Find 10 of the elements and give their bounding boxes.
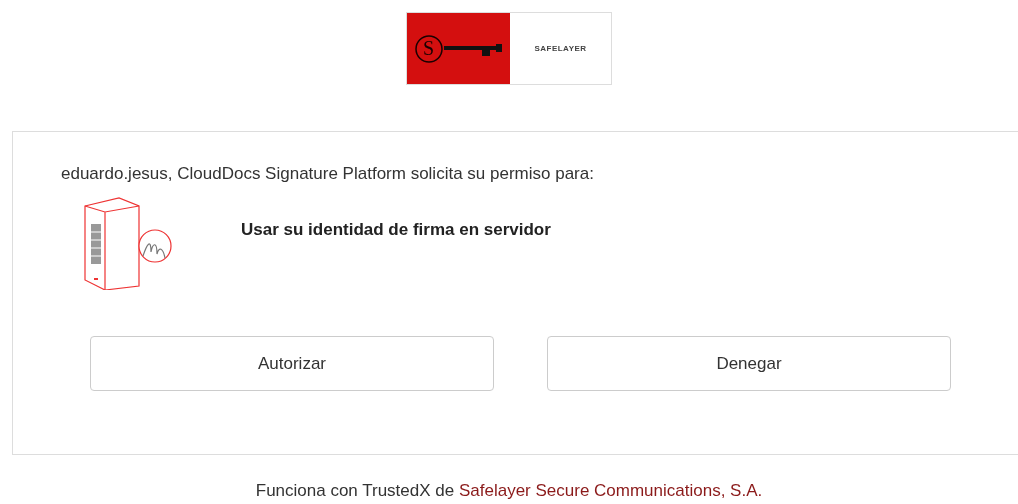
footer-text: Funciona con TrustedX de Safelayer Secure Communications, S.A. [254, 481, 764, 501]
key-icon [443, 41, 504, 56]
logo-mark: S [422, 37, 435, 60]
circle-icon [413, 33, 444, 64]
action-button[interactable]: Denegar [547, 336, 951, 391]
action-button[interactable]: Autorizar [90, 336, 494, 391]
permission-text: Usar su identidad de firma en servidor [241, 220, 551, 241]
company-link[interactable]: Safelayer Secure Communications, S.A. [458, 481, 763, 500]
request-text: eduardo.jesus, CloudDocs Signature Platform solicita su permiso para: [61, 164, 595, 184]
logo-text: SAFELAYER [534, 44, 587, 53]
